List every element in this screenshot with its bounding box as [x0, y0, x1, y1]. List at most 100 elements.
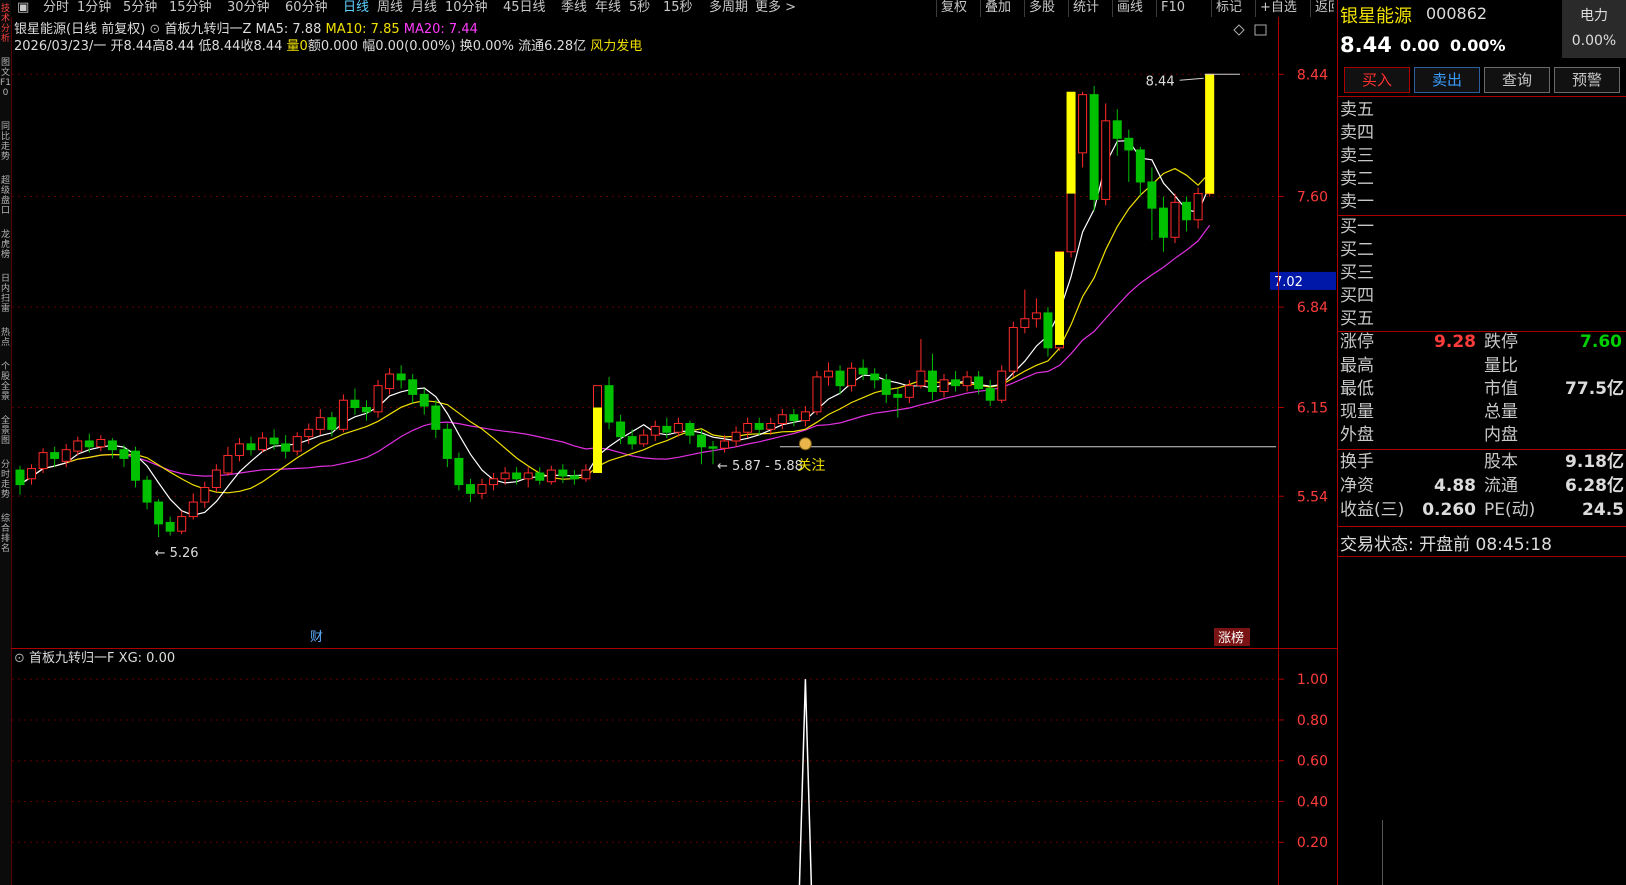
candle-body-67[interactable]: [789, 414, 799, 422]
candle-body-17[interactable]: [211, 469, 221, 489]
candle-body-71[interactable]: [835, 370, 845, 387]
candle-body-27[interactable]: [327, 417, 337, 430]
candle-body-97[interactable]: [1135, 149, 1145, 183]
candle-body-94[interactable]: [1101, 120, 1111, 200]
candle-body-20[interactable]: [246, 443, 256, 451]
candle-body-49[interactable]: [581, 469, 591, 480]
candle-body-73[interactable]: [858, 367, 868, 375]
candle-body-36[interactable]: [431, 405, 441, 430]
candle-body-44[interactable]: [523, 472, 533, 480]
candle-body-84[interactable]: [985, 388, 995, 401]
alert-button[interactable]: 预警: [1554, 67, 1620, 93]
stock-name[interactable]: 银星能源: [1340, 2, 1412, 28]
candle-body-51[interactable]: [604, 385, 614, 423]
candle-body-69[interactable]: [812, 376, 822, 413]
money-bag-icon[interactable]: [798, 437, 812, 451]
candle-body-59[interactable]: [696, 434, 706, 448]
candle-body-61[interactable]: [720, 440, 730, 449]
candle-body-40[interactable]: [477, 484, 487, 494]
candle-body-82[interactable]: [962, 376, 972, 387]
candle-body-93[interactable]: [1089, 94, 1099, 200]
candle-body-24[interactable]: [292, 436, 302, 452]
candle-body-100[interactable]: [1170, 201, 1180, 238]
candle-body-88[interactable]: [1031, 312, 1041, 320]
candle-body-23[interactable]: [281, 443, 291, 452]
candle-body-98[interactable]: [1147, 181, 1157, 209]
candle-body-31[interactable]: [373, 385, 383, 413]
candle-body-68[interactable]: [800, 411, 810, 422]
finance-marker[interactable]: 财: [310, 630, 323, 645]
candle-body-39[interactable]: [465, 484, 475, 494]
candle-body-52[interactable]: [616, 421, 626, 438]
candle-body-80[interactable]: [939, 379, 949, 392]
candle-body-26[interactable]: [315, 417, 325, 430]
candle-body-8[interactable]: [107, 440, 117, 451]
candle-body-9[interactable]: [119, 449, 129, 459]
candle-body-92[interactable]: [1078, 94, 1088, 154]
kline-chart[interactable]: 8.44 7.60 6.84 6.15 5.54 8.44 ← 5.26 ← 5.87 - 5…: [0, 0, 1338, 648]
candle-body-81[interactable]: [951, 379, 961, 387]
candle-body-0[interactable]: [15, 469, 25, 486]
buy-button[interactable]: 买入: [1344, 67, 1410, 93]
candle-body-46[interactable]: [546, 469, 556, 483]
candle-body-19[interactable]: [234, 443, 244, 457]
candle-body-101[interactable]: [1182, 201, 1192, 221]
candle-body-102[interactable]: [1193, 193, 1203, 221]
candle-body-86[interactable]: [1008, 326, 1018, 372]
candle-body-41[interactable]: [489, 478, 499, 486]
candle-body-22[interactable]: [269, 437, 279, 445]
candle-body-37[interactable]: [442, 428, 452, 459]
candle-body-62[interactable]: [731, 431, 741, 442]
candle-body-60[interactable]: [708, 446, 718, 449]
candle-body-12[interactable]: [154, 501, 164, 525]
candle-body-58[interactable]: [685, 422, 695, 436]
candle-body-4[interactable]: [61, 449, 71, 462]
candle-body-53[interactable]: [627, 436, 637, 445]
candle-body-75[interactable]: [881, 379, 891, 395]
candle-body-3[interactable]: [50, 452, 60, 459]
candle-body-18[interactable]: [223, 455, 233, 474]
candle-body-74[interactable]: [870, 373, 880, 381]
candle-body-54[interactable]: [639, 434, 649, 445]
candle-body-72[interactable]: [847, 367, 857, 387]
candle-body-56[interactable]: [662, 425, 672, 433]
candle-body-95[interactable]: [1112, 120, 1122, 139]
candle-body-42[interactable]: [500, 472, 510, 480]
candle-body-28[interactable]: [338, 399, 348, 430]
candle-body-87[interactable]: [1020, 318, 1030, 328]
candle-body-25[interactable]: [304, 428, 314, 438]
candle-body-66[interactable]: [777, 414, 787, 424]
candle-body-2[interactable]: [38, 452, 48, 470]
zhangbang-label[interactable]: 涨榜: [1218, 630, 1244, 646]
candle-body-5[interactable]: [73, 440, 83, 452]
candle-body-47[interactable]: [558, 469, 568, 477]
candle-body-65[interactable]: [766, 422, 776, 430]
candle-body-30[interactable]: [362, 406, 371, 413]
candle-body-21[interactable]: [258, 437, 268, 451]
candle-body-79[interactable]: [927, 370, 937, 392]
candle-body-77[interactable]: [904, 385, 914, 398]
window-toggle-icon[interactable]: [1254, 24, 1267, 36]
candle-body-1[interactable]: [27, 468, 37, 480]
candle-body-14[interactable]: [177, 516, 187, 532]
candle-body-43[interactable]: [512, 472, 522, 480]
candle-body-10[interactable]: [131, 450, 140, 481]
query-button[interactable]: 查询: [1484, 67, 1550, 93]
candle-body-6[interactable]: [84, 440, 94, 448]
candle-body-29[interactable]: [350, 399, 360, 408]
watch-label[interactable]: 关注: [797, 458, 825, 474]
sector-corner-box[interactable]: 电力 0.00%: [1562, 0, 1626, 58]
candle-body-7[interactable]: [96, 439, 106, 448]
candle-body-34[interactable]: [408, 379, 418, 395]
candle-body-89[interactable]: [1043, 312, 1053, 349]
candle-body-45[interactable]: [535, 472, 545, 481]
candle-body-16[interactable]: [200, 487, 210, 503]
candle-body-64[interactable]: [754, 422, 764, 430]
candle-body-35[interactable]: [419, 393, 429, 407]
candle-body-76[interactable]: [893, 393, 903, 398]
candle-body-38[interactable]: [454, 457, 464, 486]
sub-indicator-chart[interactable]: 1.00 0.80 0.60 0.40 0.20: [0, 649, 1338, 885]
candle-body-78[interactable]: [916, 370, 926, 387]
candle-body-15[interactable]: [188, 501, 198, 518]
diamond-icon[interactable]: [1233, 24, 1245, 36]
